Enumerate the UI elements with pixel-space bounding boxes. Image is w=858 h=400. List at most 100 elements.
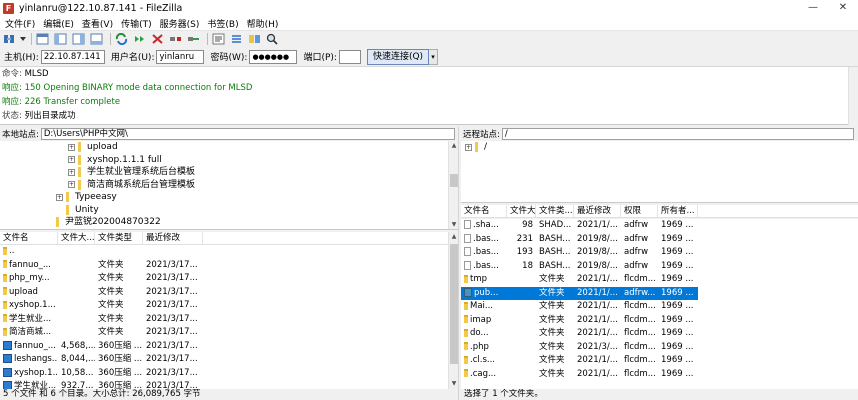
- table-row[interactable]: xyshop.1... 10,58... 360压缩 ... 2021/3/17...: [0, 367, 203, 381]
- cell-filename: ..: [0, 245, 58, 259]
- local-path-input[interactable]: D:\Users\PHP中文网\: [40, 128, 455, 140]
- table-row[interactable]: .cl.s... 文件夹 2021/1/... flcdm... 1969 ...: [461, 354, 698, 368]
- table-row[interactable]: ..: [0, 245, 203, 259]
- col-filetype[interactable]: 文件类...: [536, 205, 574, 217]
- cell-size: [58, 299, 95, 313]
- table-row[interactable]: leshangs... 8,044,... 360压缩 ... 2021/3/17..…: [0, 353, 203, 367]
- cell-modified: 2021/1/...: [577, 368, 618, 379]
- expand-icon[interactable]: +: [68, 181, 75, 189]
- disconnect-icon[interactable]: [168, 32, 183, 46]
- scroll-up-icon[interactable]: ▲: [449, 141, 458, 151]
- tree-item[interactable]: + /: [465, 141, 487, 154]
- tree-item[interactable]: + xyshop.1.1.1 full: [68, 154, 162, 167]
- table-row[interactable]: 学生就业... 932.7... 360压缩 ... 2021/3/17...: [0, 380, 203, 389]
- col-modified[interactable]: 最近修改: [143, 232, 203, 244]
- refresh-icon[interactable]: [114, 32, 129, 46]
- quickconnect-dropdown[interactable]: ▾: [429, 48, 439, 65]
- scroll-down-icon[interactable]: ▼: [449, 220, 458, 229]
- cell-perms: adfrw...: [624, 287, 656, 298]
- tree-item[interactable]: 尹蓝锐202004870322: [56, 216, 161, 229]
- toggle-queue-icon[interactable]: [89, 32, 104, 46]
- tree-item-label: Unity: [75, 204, 99, 215]
- tree-item[interactable]: + Typeeasy: [56, 191, 117, 204]
- table-row[interactable]: imap 文件夹 2021/1/... flcdm... 1969 ...: [461, 314, 698, 328]
- scroll-thumb[interactable]: [450, 174, 458, 187]
- table-row[interactable]: .bas... 231 BASH... 2019/8/... adfrw 1969 ...: [461, 233, 698, 247]
- expand-icon[interactable]: +: [68, 156, 75, 164]
- tree-item[interactable]: + 简洁商城系统后台管理模板: [68, 179, 195, 192]
- filter-icon[interactable]: [211, 32, 226, 46]
- close-button[interactable]: ✕: [828, 0, 858, 16]
- table-row[interactable]: .cag... 文件夹 2021/1/... flcdm... 1969 ...: [461, 368, 698, 382]
- minimize-button[interactable]: —: [798, 0, 828, 16]
- sync-browse-icon[interactable]: [247, 32, 262, 46]
- table-row[interactable]: Mai... 文件夹 2021/1/... flcdm... 1969 ...: [461, 300, 698, 314]
- table-row[interactable]: .php 文件夹 2021/3/... flcdm... 1969 ...: [461, 341, 698, 355]
- table-row[interactable]: .bas... 18 BASH... 2019/8/... adfrw 1969 ...: [461, 260, 698, 274]
- toggle-local-tree-icon[interactable]: [53, 32, 68, 46]
- folder-icon: [464, 315, 468, 323]
- tree-item[interactable]: + upload: [68, 141, 118, 154]
- username-label: 用户名(U):: [110, 53, 155, 63]
- remote-path-input[interactable]: /: [501, 128, 854, 140]
- table-row[interactable]: xyshop.1... 文件夹 2021/3/17...: [0, 299, 203, 313]
- cancel-icon[interactable]: [150, 32, 165, 46]
- process-queue-icon[interactable]: [132, 32, 147, 46]
- table-row[interactable]: tmp 文件夹 2021/1/... flcdm... 1969 ...: [461, 273, 698, 287]
- expand-icon[interactable]: +: [56, 193, 63, 201]
- cell-size: [58, 286, 95, 300]
- username-input[interactable]: yinlanru: [156, 49, 205, 64]
- menu-bookmarks[interactable]: 书签(B): [204, 17, 243, 30]
- tree-item[interactable]: Unity: [66, 204, 99, 217]
- port-input[interactable]: [338, 49, 361, 64]
- cell-size: 4,568,...: [61, 340, 95, 351]
- compare-icon[interactable]: [229, 32, 244, 46]
- menu-file[interactable]: 文件(F): [2, 17, 40, 30]
- site-manager-icon[interactable]: [2, 32, 17, 46]
- col-filetype[interactable]: 文件类型: [95, 232, 143, 244]
- menu-transfer[interactable]: 传输(T): [118, 17, 157, 30]
- dropdown-icon[interactable]: [20, 32, 27, 46]
- menu-help[interactable]: 帮助(H): [244, 17, 284, 30]
- folder-icon: [78, 167, 81, 178]
- table-row[interactable]: .bas... 193 BASH... 2019/8/... adfrw 1969 ...: [461, 246, 698, 260]
- table-row[interactable]: php_my... 文件夹 2021/3/17...: [0, 272, 203, 286]
- col-filesize[interactable]: 文件大...: [58, 232, 95, 244]
- scroll-thumb[interactable]: [450, 244, 458, 364]
- local-list-scrollbar[interactable]: ▲ ▼: [448, 232, 458, 389]
- toggle-remote-tree-icon[interactable]: [71, 32, 86, 46]
- table-row[interactable]: .sha... 98 SHAD... 2021/1/... adfrw 1969 ...: [461, 219, 698, 233]
- expand-icon[interactable]: +: [68, 168, 75, 176]
- table-row[interactable]: fannuo_... 4,568,... 360压缩 ... 2021/3/17...: [0, 340, 203, 354]
- file-icon: [464, 247, 471, 256]
- log-scrollbar[interactable]: [848, 67, 858, 125]
- table-row[interactable]: fannuo_... 文件夹 2021/3/17...: [0, 259, 203, 273]
- menu-edit[interactable]: 编辑(E): [40, 17, 79, 30]
- cell-modified: 2021/3/...: [577, 341, 618, 352]
- password-input[interactable]: ●●●●●●: [249, 49, 298, 64]
- table-row[interactable]: 学生就业... 文件夹 2021/3/17...: [0, 313, 203, 327]
- toggle-log-icon[interactable]: [35, 32, 50, 46]
- local-tree-scrollbar[interactable]: ▲ ▼: [448, 141, 458, 229]
- menu-server[interactable]: 服务器(S): [157, 17, 205, 30]
- col-owner[interactable]: 所有者...: [658, 205, 698, 217]
- tree-item[interactable]: + 学生就业管理系统后台模板: [68, 166, 195, 179]
- reconnect-icon[interactable]: [186, 32, 201, 46]
- table-row[interactable]: do... 文件夹 2021/1/... flcdm... 1969 ...: [461, 327, 698, 341]
- col-filesize[interactable]: 文件大...: [507, 205, 536, 217]
- expand-icon[interactable]: +: [465, 143, 472, 151]
- quickconnect-button[interactable]: 快速连接(Q): [366, 48, 430, 65]
- search-icon[interactable]: [265, 32, 280, 46]
- table-row[interactable]: pub... 文件夹 2021/1/... adfrw... 1969 ...: [461, 286, 698, 300]
- folder-icon: [464, 301, 468, 310]
- col-filename[interactable]: 文件名: [0, 232, 58, 244]
- log-text: 列出目录成功: [24, 111, 76, 121]
- menu-view[interactable]: 查看(V): [79, 17, 118, 30]
- expand-icon[interactable]: +: [68, 143, 75, 151]
- table-row[interactable]: upload 文件夹 2021/3/17...: [0, 286, 203, 300]
- col-permissions[interactable]: 权限: [621, 205, 658, 217]
- table-row[interactable]: 简洁商城... 文件夹 2021/3/17...: [0, 326, 203, 340]
- host-input[interactable]: 22.10.87.141: [40, 49, 105, 64]
- col-modified[interactable]: 最近修改: [574, 205, 621, 217]
- col-filename[interactable]: 文件名: [461, 205, 507, 217]
